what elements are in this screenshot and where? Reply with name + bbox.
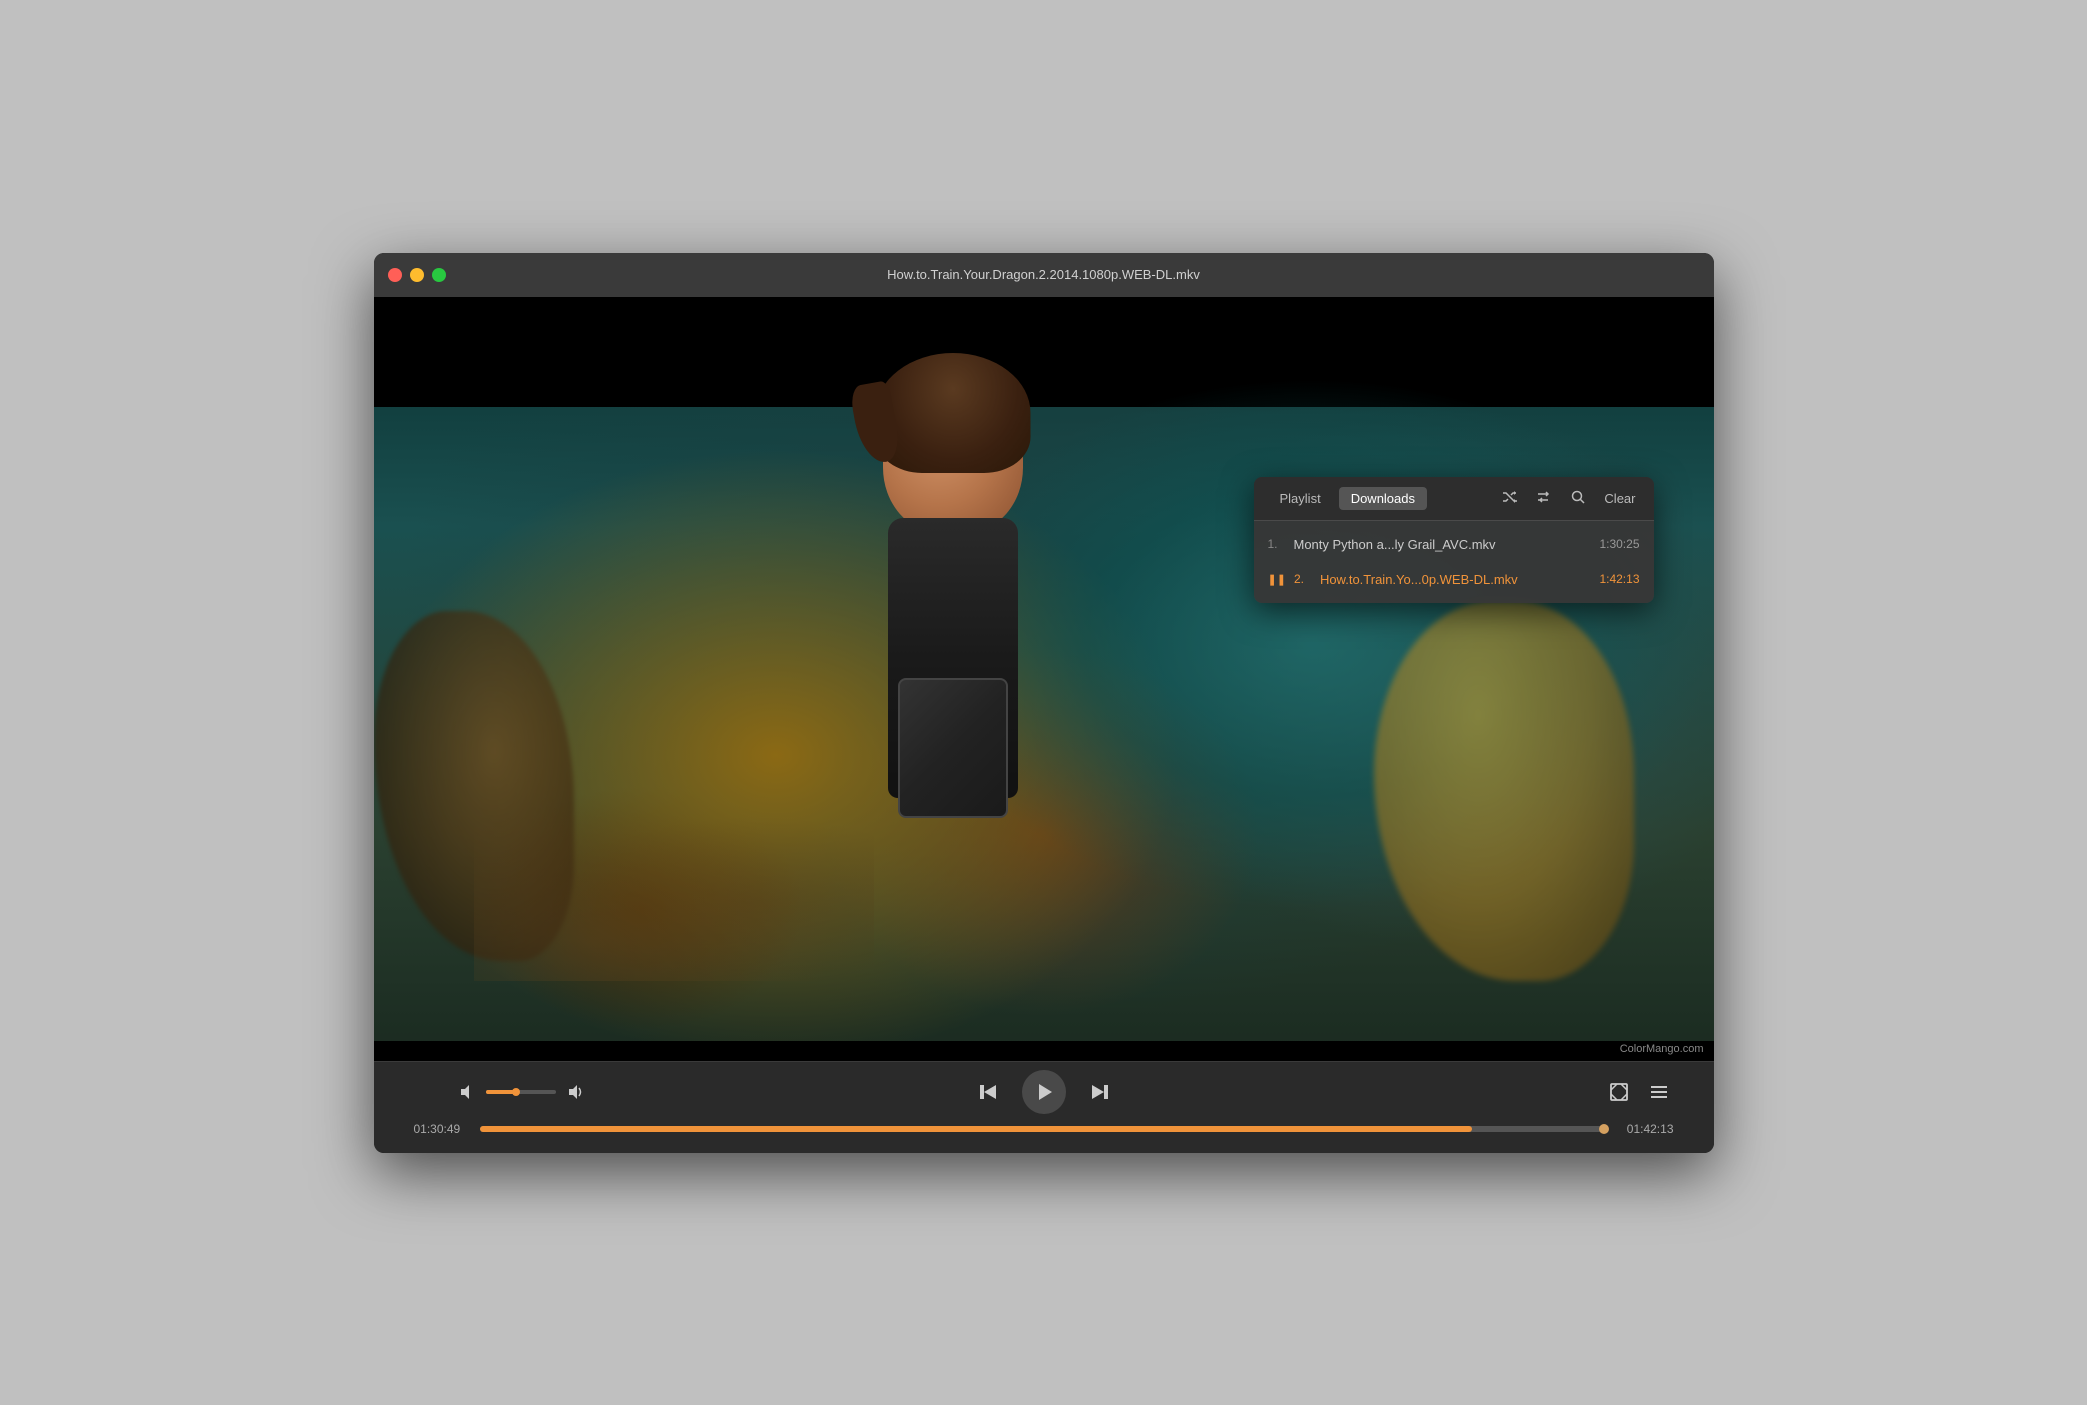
playlist-panel: Playlist Downloads: [1254, 477, 1654, 603]
minimize-button[interactable]: [410, 268, 424, 282]
traffic-lights: [388, 268, 446, 282]
item-name: How.to.Train.Yo...0p.WEB-DL.mkv: [1320, 572, 1586, 587]
controls-bar: 01:30:49 01:42:13: [374, 1061, 1714, 1153]
play-icon: [1033, 1081, 1055, 1103]
search-button[interactable]: [1566, 487, 1590, 510]
bg-char-right: [1374, 601, 1634, 981]
shuffle-button[interactable]: [1498, 487, 1522, 510]
playlist-item[interactable]: 1. Monty Python a...ly Grail_AVC.mkv 1:3…: [1254, 527, 1654, 562]
fullscreen-icon: [1608, 1081, 1630, 1103]
fullscreen-button[interactable]: [1604, 1077, 1634, 1107]
progress-row: 01:30:49 01:42:13: [414, 1122, 1674, 1136]
video-scene: [374, 297, 1714, 1061]
repeat-button[interactable]: [1532, 487, 1556, 510]
crowd-bg: [474, 781, 874, 981]
prev-button[interactable]: [972, 1077, 1002, 1107]
volume-up-icon: [566, 1083, 584, 1101]
playlist-items: 1. Monty Python a...ly Grail_AVC.mkv 1:3…: [1254, 521, 1654, 603]
play-pause-button[interactable]: [1022, 1070, 1066, 1114]
item-number: 1.: [1268, 537, 1288, 551]
letterbox-bottom: [374, 1041, 1714, 1061]
progress-handle: [1599, 1124, 1609, 1134]
volume-icon-button[interactable]: [454, 1079, 480, 1105]
tab-downloads[interactable]: Downloads: [1339, 487, 1427, 510]
item-name: Monty Python a...ly Grail_AVC.mkv: [1294, 537, 1586, 552]
volume-down-icon: [458, 1083, 476, 1101]
right-controls: [1604, 1077, 1674, 1107]
prev-icon: [976, 1081, 998, 1103]
watermark: ColorMango.com: [1620, 1043, 1704, 1055]
progress-slider[interactable]: [480, 1126, 1608, 1132]
playlist-header: Playlist Downloads: [1254, 477, 1654, 521]
playback-controls: [972, 1070, 1116, 1114]
repeat-icon: [1536, 489, 1552, 505]
volume-handle: [512, 1088, 520, 1096]
playlist-icon: [1648, 1081, 1670, 1103]
volume-fill: [486, 1090, 514, 1094]
app-window: How.to.Train.Your.Dragon.2.2014.1080p.WE…: [374, 253, 1714, 1153]
watermark-text: ColorMango.com: [1620, 1043, 1704, 1055]
item-duration: 1:42:13: [1599, 572, 1639, 586]
char-armor: [898, 678, 1008, 818]
clear-button[interactable]: Clear: [1600, 489, 1639, 508]
tab-playlist[interactable]: Playlist: [1268, 487, 1333, 510]
item-duration: 1:30:25: [1599, 537, 1639, 551]
search-icon: [1570, 489, 1586, 505]
char-hair: [875, 353, 1030, 473]
item-number: 2.: [1294, 572, 1314, 586]
playlist-icons: Clear: [1498, 487, 1639, 510]
volume-section: [454, 1079, 588, 1105]
char-body: [888, 518, 1018, 798]
playlist-item-active[interactable]: ❚❚ 2. How.to.Train.Yo...0p.WEB-DL.mkv 1:…: [1254, 562, 1654, 597]
title-bar: How.to.Train.Your.Dragon.2.2014.1080p.WE…: [374, 253, 1714, 297]
progress-fill: [480, 1126, 1473, 1132]
video-area[interactable]: Playlist Downloads: [374, 297, 1714, 1061]
next-icon: [1090, 1081, 1112, 1103]
volume-up-button[interactable]: [562, 1079, 588, 1105]
main-character: [843, 373, 1063, 893]
char-hair-side: [848, 380, 901, 466]
controls-main: [414, 1070, 1674, 1114]
total-time: 01:42:13: [1620, 1122, 1674, 1136]
playlist-toggle-button[interactable]: [1644, 1077, 1674, 1107]
maximize-button[interactable]: [432, 268, 446, 282]
close-button[interactable]: [388, 268, 402, 282]
volume-slider[interactable]: [486, 1090, 556, 1094]
next-button[interactable]: [1086, 1077, 1116, 1107]
current-time: 01:30:49: [414, 1122, 468, 1136]
shuffle-icon: [1502, 489, 1518, 505]
window-title: How.to.Train.Your.Dragon.2.2014.1080p.WE…: [887, 267, 1200, 282]
pause-indicator: ❚❚: [1268, 573, 1286, 586]
